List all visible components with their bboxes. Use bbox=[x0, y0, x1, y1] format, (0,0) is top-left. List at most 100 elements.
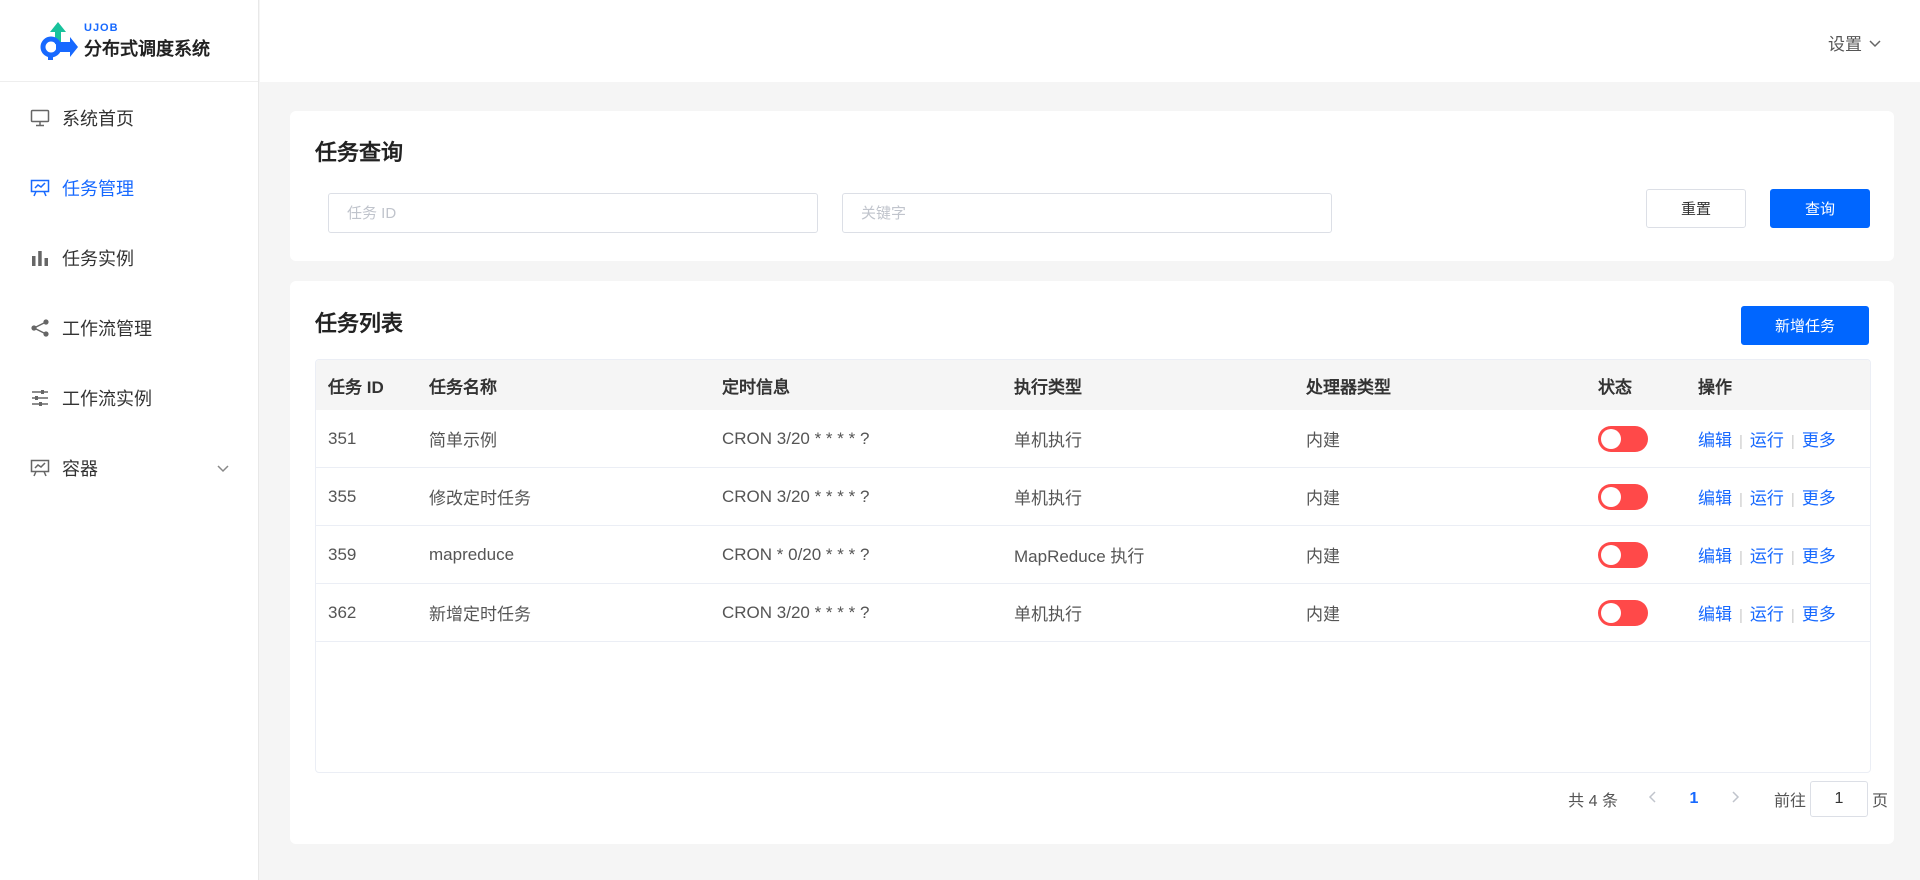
task-table: 任务 ID 任务名称 定时信息 执行类型 处理器类型 状态 操作 351 简单示… bbox=[315, 359, 1871, 773]
edit-link[interactable]: 编辑 bbox=[1698, 605, 1732, 624]
run-link[interactable]: 运行 bbox=[1750, 431, 1784, 450]
task-processor-type: 内建 bbox=[1306, 431, 1340, 450]
sidebar-item-label: 容器 bbox=[62, 459, 98, 479]
sidebar-item-task-instances[interactable]: 任务实例 bbox=[0, 223, 258, 293]
sidebar-item-label: 工作流实例 bbox=[62, 389, 152, 409]
sliders-icon bbox=[32, 390, 48, 406]
keyword-input[interactable] bbox=[842, 193, 1332, 233]
goto-page-input[interactable] bbox=[1809, 781, 1868, 817]
table-row: 359 mapreduce CRON * 0/20 * * * ? MapRed… bbox=[316, 526, 1870, 584]
column-header: 处理器类型 bbox=[1306, 377, 1391, 397]
table-row: 351 简单示例 CRON 3/20 * * * * ? 单机执行 内建 编辑 |… bbox=[316, 410, 1870, 468]
sidebar-item-task-management[interactable]: 任务管理 bbox=[0, 153, 258, 223]
sidebar-item-home[interactable]: 系统首页 bbox=[0, 83, 258, 153]
task-id: 359 bbox=[328, 544, 357, 564]
task-id: 355 bbox=[328, 486, 357, 506]
top-header: 设置 bbox=[260, 0, 1920, 82]
edit-link[interactable]: 编辑 bbox=[1698, 547, 1732, 566]
goto-prefix: 前往 bbox=[1773, 793, 1806, 810]
task-exec-type: 单机执行 bbox=[1014, 431, 1082, 450]
divider: | bbox=[1790, 607, 1795, 624]
page-number[interactable]: 1 bbox=[1670, 790, 1718, 808]
sidebar-item-label: 任务实例 bbox=[62, 249, 134, 269]
edit-link[interactable]: 编辑 bbox=[1698, 431, 1732, 450]
divider: | bbox=[1790, 433, 1795, 450]
reset-button[interactable]: 重置 bbox=[1646, 189, 1746, 228]
share-icon bbox=[31, 319, 49, 337]
query-card: 任务查询 重置 查询 bbox=[290, 111, 1894, 261]
more-link[interactable]: 更多 bbox=[1802, 431, 1836, 450]
task-list-title: 任务列表 bbox=[315, 311, 404, 336]
column-header: 执行类型 bbox=[1014, 377, 1082, 397]
sidebar-item-workflow-management[interactable]: 工作流管理 bbox=[0, 293, 258, 363]
sidebar-item-label: 工作流管理 bbox=[62, 319, 152, 339]
actions-cell: 编辑 | 运行 | 更多 bbox=[1686, 426, 1870, 451]
sidebar-item-label: 系统首页 bbox=[62, 109, 134, 129]
task-id-input[interactable] bbox=[328, 193, 818, 233]
total-count: 共 4 条 bbox=[1568, 793, 1618, 810]
divider: | bbox=[1739, 433, 1743, 450]
table-row: 355 修改定时任务 CRON 3/20 * * * * ? 单机执行 内建 编… bbox=[316, 468, 1870, 526]
task-processor-type: 内建 bbox=[1306, 547, 1340, 566]
column-header: 定时信息 bbox=[722, 377, 790, 397]
run-link[interactable]: 运行 bbox=[1750, 547, 1784, 566]
status-toggle[interactable] bbox=[1598, 483, 1648, 510]
task-schedule: CRON 3/20 * * * * ? bbox=[722, 486, 870, 506]
settings-dropdown[interactable]: 设置 bbox=[1828, 30, 1882, 55]
status-toggle[interactable] bbox=[1598, 541, 1648, 568]
search-button[interactable]: 查询 bbox=[1770, 189, 1870, 228]
logo-mark-icon bbox=[40, 22, 78, 60]
chevron-down-icon bbox=[1869, 39, 1881, 47]
status-toggle[interactable] bbox=[1598, 425, 1648, 452]
brand-small: UJOB bbox=[84, 22, 119, 34]
logo: UJOB 分布式调度系统 bbox=[0, 0, 258, 82]
task-schedule: CRON * 0/20 * * * ? bbox=[722, 544, 870, 564]
divider: | bbox=[1739, 491, 1743, 508]
column-header: 操作 bbox=[1698, 377, 1732, 397]
column-header: 任务名称 bbox=[429, 377, 497, 397]
task-id: 351 bbox=[328, 428, 357, 448]
goto-suffix: 页 bbox=[1871, 793, 1888, 810]
divider: | bbox=[1790, 491, 1795, 508]
more-link[interactable]: 更多 bbox=[1802, 605, 1836, 624]
task-exec-type: MapReduce 执行 bbox=[1014, 547, 1145, 566]
task-exec-type: 单机执行 bbox=[1014, 489, 1082, 508]
table-header: 任务 ID 任务名称 定时信息 执行类型 处理器类型 状态 操作 bbox=[316, 360, 1870, 410]
sidebar: UJOB 分布式调度系统 系统首页 任务管理 任务实例 工作流管理 工作流实例 … bbox=[0, 0, 259, 880]
brand-name: 分布式调度系统 bbox=[84, 39, 210, 59]
next-page-button[interactable] bbox=[1718, 790, 1752, 808]
task-list-card: 任务列表 新增任务 任务 ID 任务名称 定时信息 执行类型 处理器类型 状态 … bbox=[290, 281, 1894, 844]
task-name: 简单示例 bbox=[429, 431, 497, 450]
divider: | bbox=[1790, 549, 1795, 566]
query-title: 任务查询 bbox=[315, 140, 404, 165]
task-id: 362 bbox=[328, 602, 357, 622]
actions-cell: 编辑 | 运行 | 更多 bbox=[1686, 484, 1870, 509]
task-name: 修改定时任务 bbox=[429, 489, 531, 508]
column-header: 状态 bbox=[1598, 377, 1632, 397]
add-task-button[interactable]: 新增任务 bbox=[1741, 306, 1869, 345]
prev-page-button[interactable] bbox=[1636, 790, 1670, 808]
more-link[interactable]: 更多 bbox=[1802, 547, 1836, 566]
settings-label: 设置 bbox=[1828, 35, 1862, 54]
presentation-icon bbox=[30, 179, 50, 197]
task-processor-type: 内建 bbox=[1306, 605, 1340, 624]
sidebar-nav: 系统首页 任务管理 任务实例 工作流管理 工作流实例 容器 bbox=[0, 83, 258, 503]
run-link[interactable]: 运行 bbox=[1750, 605, 1784, 624]
divider: | bbox=[1739, 549, 1743, 566]
status-cell bbox=[1586, 425, 1686, 452]
pagination: 共 4 条 1 前往 页 bbox=[1568, 781, 1888, 817]
actions-cell: 编辑 | 运行 | 更多 bbox=[1686, 600, 1870, 625]
run-link[interactable]: 运行 bbox=[1750, 489, 1784, 508]
status-cell bbox=[1586, 599, 1686, 626]
status-cell bbox=[1586, 541, 1686, 568]
sidebar-item-workflow-instances[interactable]: 工作流实例 bbox=[0, 363, 258, 433]
more-link[interactable]: 更多 bbox=[1802, 489, 1836, 508]
sidebar-item-containers[interactable]: 容器 bbox=[0, 433, 258, 503]
monitor-icon bbox=[30, 109, 50, 127]
chevron-down-icon[interactable] bbox=[216, 461, 230, 475]
edit-link[interactable]: 编辑 bbox=[1698, 489, 1732, 508]
task-schedule: CRON 3/20 * * * * ? bbox=[722, 428, 870, 448]
table-row: 362 新增定时任务 CRON 3/20 * * * * ? 单机执行 内建 编… bbox=[316, 584, 1870, 642]
chevron-right-icon bbox=[1732, 791, 1740, 803]
status-toggle[interactable] bbox=[1598, 599, 1648, 626]
